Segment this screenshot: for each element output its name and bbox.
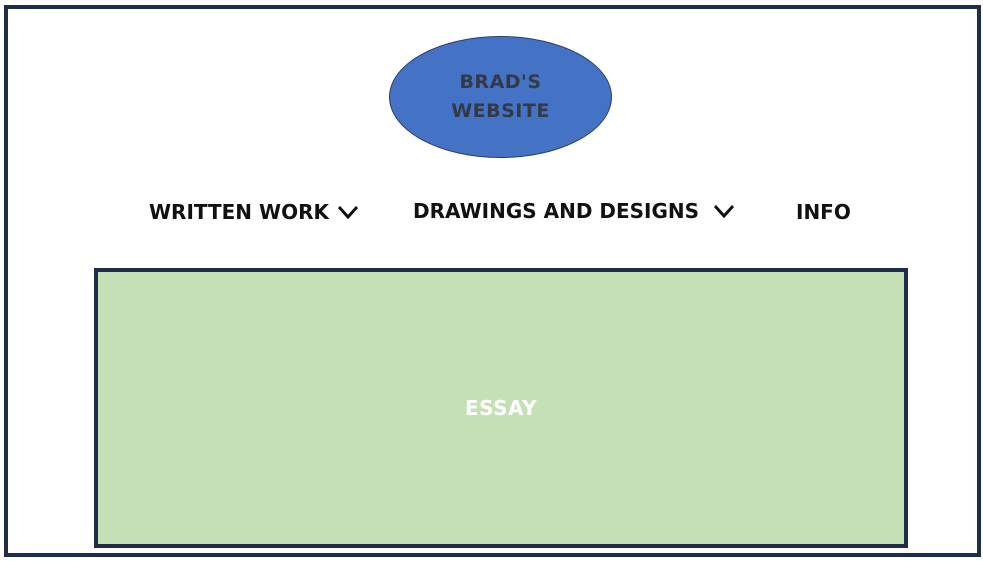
chevron-down-icon[interactable]: [713, 204, 735, 218]
logo-line-2: WEBSITE: [451, 100, 550, 122]
page-frame: BRAD'S WEBSITE WRITTEN WORK DRAWINGS AND…: [4, 5, 981, 557]
nav-info-label: INFO: [796, 200, 851, 224]
essay-label: ESSAY: [464, 396, 538, 420]
nav-written-work[interactable]: WRITTEN WORK: [149, 200, 359, 224]
logo-line-1: BRAD'S: [459, 71, 542, 93]
nav-info[interactable]: INFO: [796, 200, 851, 224]
nav-drawings-and-designs[interactable]: DRAWINGS AND DESIGNS: [413, 199, 735, 223]
site-logo[interactable]: BRAD'S WEBSITE: [389, 36, 612, 158]
nav-written-work-label: WRITTEN WORK: [149, 200, 329, 224]
chevron-down-icon[interactable]: [337, 205, 359, 219]
essay-panel[interactable]: ESSAY: [94, 268, 908, 548]
nav-drawings-and-designs-label: DRAWINGS AND DESIGNS: [413, 199, 700, 223]
